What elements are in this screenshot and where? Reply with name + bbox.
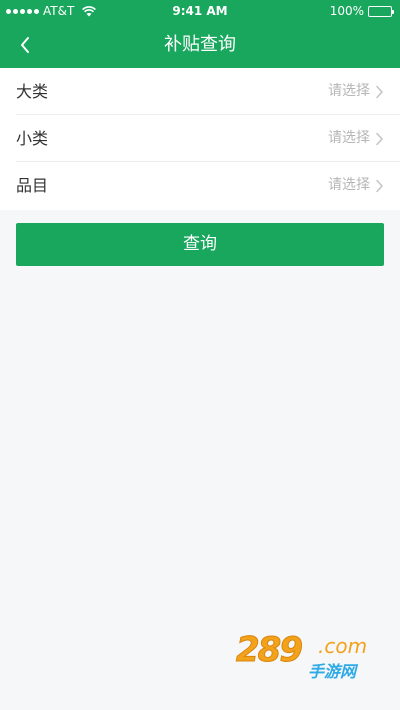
item-label: 品目 [16, 176, 49, 195]
status-right: 100% [329, 4, 394, 18]
page-title: 补贴查询 [164, 34, 236, 55]
watermark-suffix: .com [318, 634, 368, 658]
category-value: 请选择 [328, 83, 370, 99]
item-picker-row[interactable]: 品目 请选择 [16, 162, 400, 210]
query-button[interactable]: 查询 [16, 223, 384, 266]
app-header: AT&T 9:41 AM 100% 补贴查询 [0, 0, 400, 68]
subcategory-picker-row[interactable]: 小类 请选择 [16, 115, 400, 162]
chevron-right-icon [376, 85, 383, 99]
subcategory-label: 小类 [16, 129, 49, 148]
category-picker-row[interactable]: 大类 请选择 [16, 68, 400, 115]
battery-percent: 100% [329, 4, 364, 18]
watermark-number: 289 [236, 630, 304, 671]
category-label: 大类 [16, 82, 49, 101]
nav-bar: 补贴查询 [0, 22, 400, 68]
chevron-left-icon [21, 37, 29, 53]
status-bar: AT&T 9:41 AM 100% [0, 0, 400, 22]
battery-icon [368, 5, 394, 17]
watermark-subtitle: 手游网 [308, 662, 357, 681]
filter-form: 大类 请选择 小类 请选择 品目 请选择 [0, 68, 400, 210]
subcategory-value: 请选择 [328, 130, 370, 146]
back-button[interactable] [10, 28, 40, 62]
item-value: 请选择 [328, 177, 370, 193]
site-watermark-logo: 289 .com 手游网 [236, 630, 386, 690]
chevron-right-icon [376, 132, 383, 146]
chevron-right-icon [376, 179, 383, 193]
